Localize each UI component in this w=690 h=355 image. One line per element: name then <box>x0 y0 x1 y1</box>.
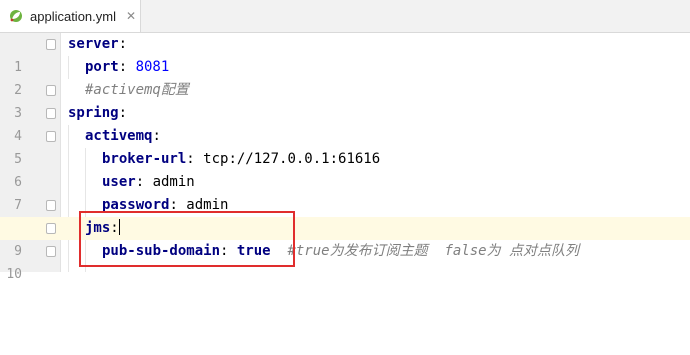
yaml-leaf-icon <box>10 10 22 22</box>
code-line[interactable]: 3 #activemq配置 <box>0 79 690 121</box>
yaml-comment: #true为发布订阅主题 false为 点对点队列 <box>287 243 580 259</box>
code-line[interactable]: 5 activemq: <box>0 125 690 167</box>
line-number: 10 <box>6 267 22 282</box>
yaml-key: pub-sub-domain <box>102 243 221 259</box>
fold-icon[interactable] <box>46 85 56 96</box>
yaml-separator: : <box>135 174 153 190</box>
code-line[interactable]: 8 password: admin <box>0 194 690 236</box>
fold-icon[interactable] <box>46 39 56 50</box>
tab-application-yml[interactable]: application.yml ✕ <box>0 0 141 32</box>
fold-icon[interactable] <box>46 131 56 142</box>
code-line[interactable]: 1 server: <box>0 33 690 75</box>
code-line[interactable]: 2 port: 8081 <box>0 56 690 98</box>
yaml-comment: #activemq配置 <box>85 82 189 98</box>
yaml-separator: : <box>118 105 128 121</box>
fold-icon[interactable] <box>46 246 56 257</box>
yaml-value: true <box>236 243 271 259</box>
fold-icon[interactable] <box>46 223 56 234</box>
yaml-separator: : <box>110 220 119 236</box>
yaml-separator: : <box>186 151 204 167</box>
editor-tab-bar: application.yml ✕ <box>0 0 690 33</box>
yaml-separator: : <box>152 128 161 144</box>
yaml-value: tcp://127.0.0.1:61616 <box>203 151 381 167</box>
close-icon[interactable]: ✕ <box>126 9 136 23</box>
code-editor[interactable]: 1 server: 2 port: 8081 3 #activemq配置 4 s… <box>0 33 690 282</box>
yaml-key: jms <box>85 220 111 236</box>
code-line[interactable]: 6 broker-url: tcp://127.0.0.1:61616 <box>0 148 690 190</box>
fold-icon[interactable] <box>46 108 56 119</box>
yaml-key: password <box>102 197 170 213</box>
yaml-separator: : <box>118 36 128 52</box>
code-line-current[interactable]: 9 jms: <box>0 217 690 259</box>
yaml-key: port <box>85 59 119 75</box>
yaml-key: server <box>68 36 119 52</box>
code-line[interactable]: 7 user: admin <box>0 171 690 213</box>
fold-icon[interactable] <box>46 200 56 211</box>
yaml-separator: : <box>169 197 187 213</box>
text-caret <box>118 219 120 235</box>
yaml-separator: : <box>118 59 136 75</box>
yaml-value: admin <box>152 174 195 190</box>
yaml-key: user <box>102 174 136 190</box>
yaml-key: activemq <box>85 128 153 144</box>
yaml-key: spring <box>68 105 119 121</box>
yaml-value: 8081 <box>135 59 170 75</box>
yaml-value: admin <box>186 197 229 213</box>
tab-filename: application.yml <box>30 8 116 24</box>
yaml-separator: : <box>220 243 237 259</box>
code-line[interactable]: 10 pub-sub-domain: true #true为发布订阅主题 fal… <box>0 240 690 282</box>
yaml-key: broker-url <box>102 151 187 167</box>
code-line[interactable]: 4 spring: <box>0 102 690 144</box>
